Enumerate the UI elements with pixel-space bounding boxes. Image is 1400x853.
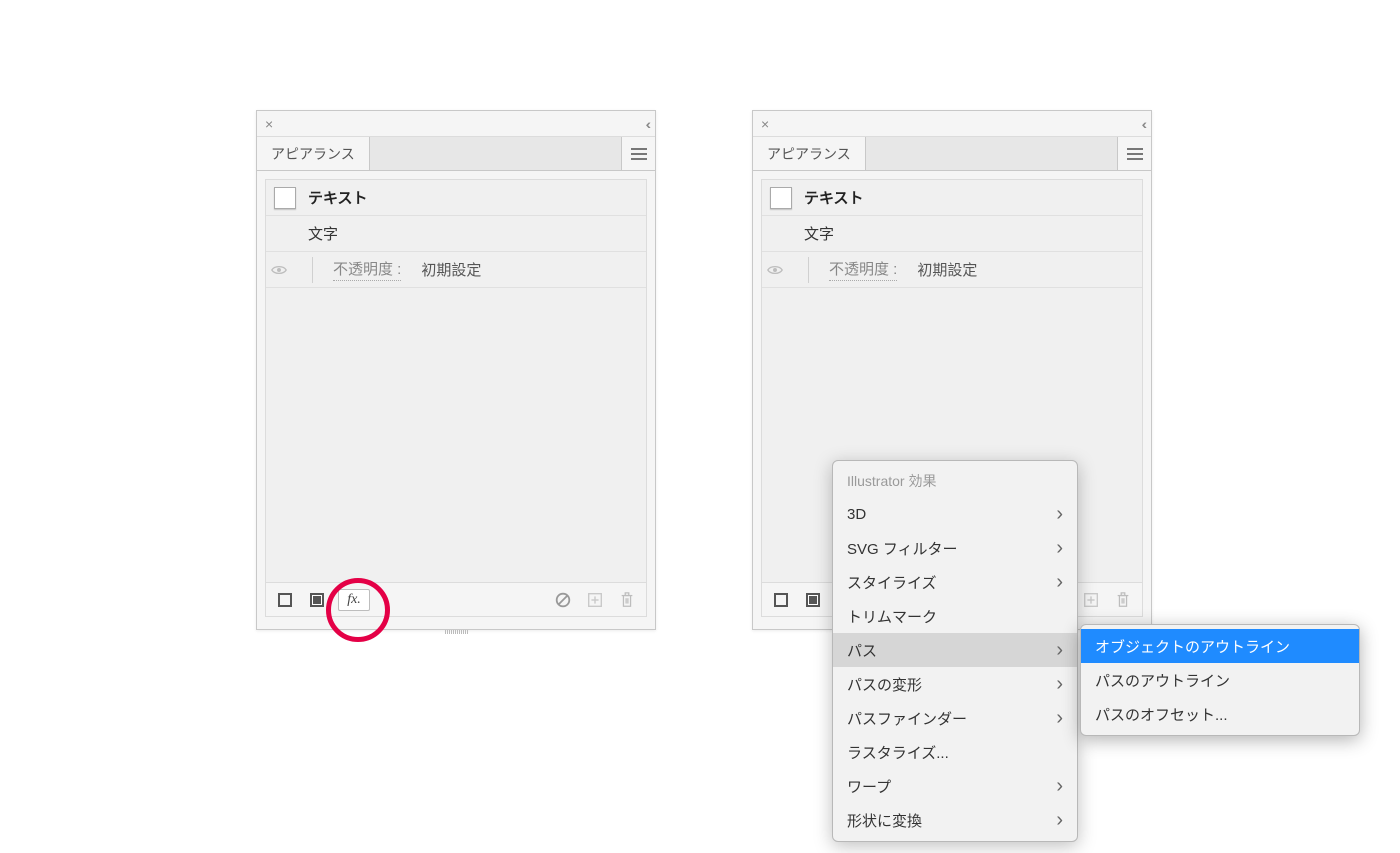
eye-icon (766, 261, 784, 279)
effects-menu-item[interactable]: SVG フィルター › (833, 531, 1077, 565)
effects-menu-item[interactable]: 形状に変換 › (833, 803, 1077, 837)
chevron-right-icon: › (1056, 673, 1063, 696)
delete-item-button[interactable] (1112, 589, 1134, 611)
chevron-right-icon: › (1056, 503, 1063, 526)
row-opacity[interactable]: 不透明度 : 初期設定 (266, 252, 646, 288)
noentry-icon (554, 591, 572, 609)
effects-menu-item[interactable]: パス › (833, 633, 1077, 667)
menu-item-label: 3D (847, 506, 866, 523)
trash-icon (619, 591, 635, 609)
row-characters[interactable]: 文字 (762, 216, 1142, 252)
tab-appearance[interactable]: アピアランス (753, 137, 866, 170)
panel-topbar: × ‹‹ (753, 111, 1151, 137)
row-title-label: テキスト (804, 187, 864, 208)
plus-box-icon (1082, 591, 1100, 609)
close-icon[interactable]: × (265, 116, 273, 132)
menu-item-label: SVG フィルター (847, 538, 958, 559)
chevron-right-icon: › (1056, 571, 1063, 594)
chevron-right-icon: › (1056, 775, 1063, 798)
menu-item-label: 形状に変換 (847, 810, 922, 831)
stroke-icon (774, 593, 788, 607)
add-effect-button[interactable]: fx. (338, 589, 370, 611)
tab-empty-area (866, 137, 1117, 170)
row-characters-label: 文字 (770, 223, 834, 244)
add-fill-button[interactable] (306, 589, 328, 611)
path-submenu-item[interactable]: パスのアウトライン (1081, 663, 1359, 697)
visibility-toggle[interactable] (762, 261, 788, 279)
chevron-right-icon: › (1056, 809, 1063, 832)
path-submenu-item[interactable]: オブジェクトのアウトライン (1081, 629, 1359, 663)
chevron-right-icon: › (1056, 537, 1063, 560)
row-characters-label: 文字 (274, 223, 338, 244)
delete-item-button[interactable] (616, 589, 638, 611)
appearance-panel-left: × ‹‹ アピアランス テキスト 文字 不透明度 : 初期設定 (256, 110, 656, 630)
opacity-value: 初期設定 (421, 259, 481, 280)
collapse-icon[interactable]: ‹‹ (646, 116, 647, 132)
panel-menu-button[interactable] (621, 137, 655, 170)
row-opacity[interactable]: 不透明度 : 初期設定 (762, 252, 1142, 288)
appearance-list: テキスト 文字 不透明度 : 初期設定 fx. (265, 179, 647, 617)
plus-box-icon (586, 591, 604, 609)
thumbnail-swatch (274, 187, 296, 209)
collapse-icon[interactable]: ‹‹ (1142, 116, 1143, 132)
path-submenu: オブジェクトのアウトラインパスのアウトラインパスのオフセット... (1080, 624, 1360, 736)
resize-grip[interactable] (426, 629, 486, 635)
chevron-right-icon: › (1056, 639, 1063, 662)
divider (312, 257, 313, 283)
effects-menu-item[interactable]: スタイライズ › (833, 565, 1077, 599)
opacity-label[interactable]: 不透明度 : (829, 258, 897, 281)
hamburger-icon (631, 148, 647, 160)
trash-icon (1115, 591, 1131, 609)
row-title-label: テキスト (308, 187, 368, 208)
effects-menu-item[interactable]: パスの変形 › (833, 667, 1077, 701)
tab-empty-area (370, 137, 621, 170)
tab-row: アピアランス (753, 137, 1151, 171)
close-icon[interactable]: × (761, 116, 769, 132)
tab-row: アピアランス (257, 137, 655, 171)
row-object-type[interactable]: テキスト (762, 180, 1142, 216)
add-stroke-button[interactable] (770, 589, 792, 611)
add-stroke-button[interactable] (274, 589, 296, 611)
path-submenu-item[interactable]: パスのオフセット... (1081, 697, 1359, 731)
row-characters[interactable]: 文字 (266, 216, 646, 252)
menu-item-label: パスファインダー (847, 708, 967, 729)
effects-menu-header: Illustrator 効果 (833, 465, 1077, 497)
menu-item-label: トリムマーク (847, 606, 937, 627)
panel-topbar: × ‹‹ (257, 111, 655, 137)
menu-item-label: ワープ (847, 776, 891, 797)
duplicate-item-button[interactable] (584, 589, 606, 611)
effects-menu-item[interactable]: トリムマーク (833, 599, 1077, 633)
fill-icon (806, 593, 820, 607)
eye-icon (270, 261, 288, 279)
row-object-type[interactable]: テキスト (266, 180, 646, 216)
menu-item-label: パス (847, 640, 877, 661)
hamburger-icon (1127, 148, 1143, 160)
effects-menu-item[interactable]: 3D › (833, 497, 1077, 531)
menu-item-label: スタイライズ (847, 572, 937, 593)
effects-menu: Illustrator 効果 3D › SVG フィルター › スタイライズ › トリムマー… (832, 460, 1078, 842)
stroke-icon (278, 593, 292, 607)
effects-menu-item[interactable]: パスファインダー › (833, 701, 1077, 735)
divider (808, 257, 809, 283)
panel-menu-button[interactable] (1117, 137, 1151, 170)
opacity-value: 初期設定 (917, 259, 977, 280)
duplicate-item-button[interactable] (1080, 589, 1102, 611)
panel-footer: fx. (266, 582, 646, 616)
clear-appearance-button[interactable] (552, 589, 574, 611)
menu-item-label: パスの変形 (847, 674, 922, 695)
tab-appearance[interactable]: アピアランス (257, 137, 370, 170)
fill-icon (310, 593, 324, 607)
add-fill-button[interactable] (802, 589, 824, 611)
menu-item-label: ラスタライズ... (847, 742, 949, 763)
effects-menu-item[interactable]: ワープ › (833, 769, 1077, 803)
chevron-right-icon: › (1056, 707, 1063, 730)
thumbnail-swatch (770, 187, 792, 209)
visibility-toggle[interactable] (266, 261, 292, 279)
effects-menu-item[interactable]: ラスタライズ... (833, 735, 1077, 769)
opacity-label[interactable]: 不透明度 : (333, 258, 401, 281)
